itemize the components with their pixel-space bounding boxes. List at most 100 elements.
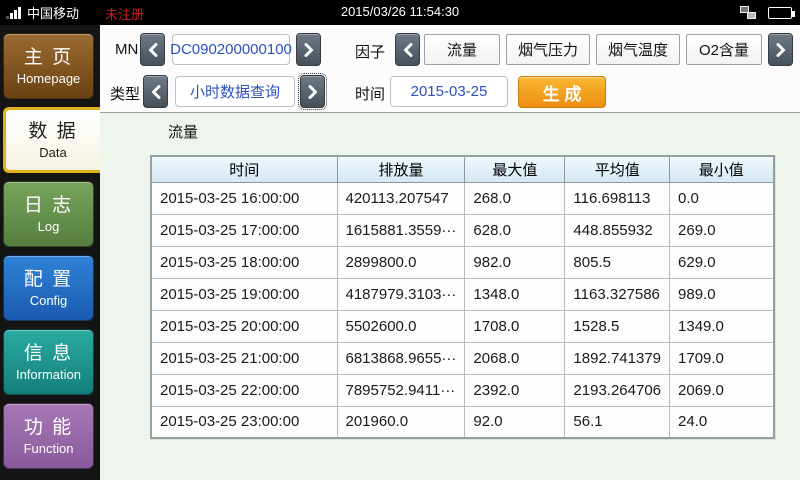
table-row[interactable]: 2015-03-25 19:00:004187979.3103···1348.0…: [151, 278, 774, 310]
table-cell: 7895752.9411···: [337, 374, 465, 406]
factor-button-flow[interactable]: 流量: [424, 34, 500, 65]
table-cell: 629.0: [670, 246, 774, 278]
time-label: 时间: [355, 83, 385, 104]
table-cell: 1163.327586: [565, 278, 670, 310]
chevron-right-icon: [308, 85, 318, 99]
factor-next-button[interactable]: [768, 33, 793, 66]
data-table: 时间排放量最大值平均值最小值 2015-03-25 16:00:00420113…: [150, 155, 775, 439]
factor-button-flue-temperature[interactable]: 烟气温度: [596, 34, 680, 65]
battery-icon: [768, 7, 792, 19]
chevron-right-icon: [776, 43, 786, 57]
sidebar-item-homepage[interactable]: 主 页 Homepage: [3, 33, 94, 99]
generate-button[interactable]: 生 成: [518, 76, 606, 108]
table-cell: 2015-03-25 20:00:00: [151, 310, 337, 342]
type-value-field[interactable]: 小时数据查询: [175, 76, 295, 107]
sidebar-item-data[interactable]: 数 据 Data: [3, 107, 100, 173]
table-cell: 1349.0: [670, 310, 774, 342]
table-row[interactable]: 2015-03-25 16:00:00420113.207547268.0116…: [151, 182, 774, 214]
table-row[interactable]: 2015-03-25 22:00:007895752.9411···2392.0…: [151, 374, 774, 406]
device-screen: 中国移动 未注册 2015/03/26 11:54:30 主 页 Homepag…: [0, 0, 800, 480]
network-icon: [740, 6, 756, 19]
table-cell: 2069.0: [670, 374, 774, 406]
chevron-right-icon: [304, 43, 314, 57]
table-cell: 2015-03-25 17:00:00: [151, 214, 337, 246]
table-cell: 4187979.3103···: [337, 278, 465, 310]
table-cell: 201960.0: [337, 406, 465, 438]
table-cell: 2015-03-25 23:00:00: [151, 406, 337, 438]
table-cell: 2899800.0: [337, 246, 465, 278]
table-row[interactable]: 2015-03-25 20:00:005502600.01708.01528.5…: [151, 310, 774, 342]
table-cell: 989.0: [670, 278, 774, 310]
nav-label-zh: 信 息: [24, 342, 73, 366]
table-cell: 24.0: [670, 406, 774, 438]
table-header-cell: 平均值: [565, 156, 670, 182]
table-cell: 2015-03-25 18:00:00: [151, 246, 337, 278]
chevron-left-icon: [151, 85, 161, 99]
sidebar-item-log[interactable]: 日 志 Log: [3, 181, 94, 247]
table-cell: 56.1: [565, 406, 670, 438]
table-cell: 2193.264706: [565, 374, 670, 406]
nav-label-en: Log: [38, 218, 60, 235]
table-cell: 982.0: [465, 246, 565, 278]
type-next-button[interactable]: [300, 75, 325, 108]
nav-label-zh: 功 能: [24, 416, 73, 440]
table-cell: 6813868.9655···: [337, 342, 465, 374]
nav-label-en: Homepage: [17, 70, 81, 87]
table-cell: 92.0: [465, 406, 565, 438]
nav-label-en: Function: [24, 440, 74, 457]
content-area: MN DC090200000100 因子 流量 烟气压力 烟气温度 O2含量: [100, 25, 800, 480]
table-cell: 420113.207547: [337, 182, 465, 214]
mn-prev-button[interactable]: [140, 33, 165, 66]
table-header-cell: 时间: [151, 156, 337, 182]
table-cell: 2015-03-25 16:00:00: [151, 182, 337, 214]
status-bar: 中国移动 未注册 2015/03/26 11:54:30: [0, 0, 800, 25]
sidebar-item-information[interactable]: 信 息 Information: [3, 329, 94, 395]
mn-label: MN: [115, 41, 138, 58]
table-cell: 5502600.0: [337, 310, 465, 342]
nav-label-zh: 数 据: [28, 120, 77, 144]
factor-label: 因子: [355, 41, 385, 62]
table-cell: 116.698113: [565, 182, 670, 214]
table-header-row: 时间排放量最大值平均值最小值: [151, 156, 774, 182]
type-label: 类型: [110, 83, 140, 104]
data-table-body: 2015-03-25 16:00:00420113.207547268.0116…: [151, 182, 774, 438]
type-prev-button[interactable]: [143, 75, 168, 108]
time-value-field[interactable]: 2015-03-25: [390, 76, 508, 107]
chevron-left-icon: [148, 43, 158, 57]
nav-label-zh: 配 置: [24, 268, 73, 292]
table-cell: 2068.0: [465, 342, 565, 374]
table-row[interactable]: 2015-03-25 21:00:006813868.9655···2068.0…: [151, 342, 774, 374]
table-header-cell: 排放量: [337, 156, 465, 182]
statusbar-datetime: 2015/03/26 11:54:30: [341, 4, 459, 19]
table-cell: 805.5: [565, 246, 670, 278]
table-cell: 268.0: [465, 182, 565, 214]
table-cell: 2015-03-25 19:00:00: [151, 278, 337, 310]
carrier-label: 中国移动: [27, 3, 79, 22]
table-cell: 0.0: [670, 182, 774, 214]
nav-label-en: Config: [30, 292, 68, 309]
table-cell: 1708.0: [465, 310, 565, 342]
table-row[interactable]: 2015-03-25 23:00:00201960.092.056.124.0: [151, 406, 774, 438]
table-header-cell: 最大值: [465, 156, 565, 182]
sidebar-item-function[interactable]: 功 能 Function: [3, 403, 94, 469]
table-row[interactable]: 2015-03-25 17:00:001615881.3559···628.04…: [151, 214, 774, 246]
table-cell: 1615881.3559···: [337, 214, 465, 246]
table-row[interactable]: 2015-03-25 18:00:002899800.0982.0805.562…: [151, 246, 774, 278]
sidebar-item-config[interactable]: 配 置 Config: [3, 255, 94, 321]
signal-strength-icon: [6, 6, 21, 19]
nav-label-en: Information: [16, 366, 81, 383]
chevron-left-icon: [403, 43, 413, 57]
factor-button-o2-content[interactable]: O2含量: [686, 34, 762, 65]
nav-label-zh: 日 志: [24, 194, 73, 218]
register-status: 未注册: [105, 4, 144, 23]
factor-button-flue-pressure[interactable]: 烟气压力: [506, 34, 590, 65]
table-cell: 1892.741379: [565, 342, 670, 374]
mn-value-field[interactable]: DC090200000100: [172, 34, 290, 65]
table-cell: 1709.0: [670, 342, 774, 374]
table-cell: 2392.0: [465, 374, 565, 406]
factor-prev-button[interactable]: [395, 33, 420, 66]
table-cell: 628.0: [465, 214, 565, 246]
table-header-cell: 最小值: [670, 156, 774, 182]
mn-next-button[interactable]: [296, 33, 321, 66]
table-cell: 2015-03-25 22:00:00: [151, 374, 337, 406]
